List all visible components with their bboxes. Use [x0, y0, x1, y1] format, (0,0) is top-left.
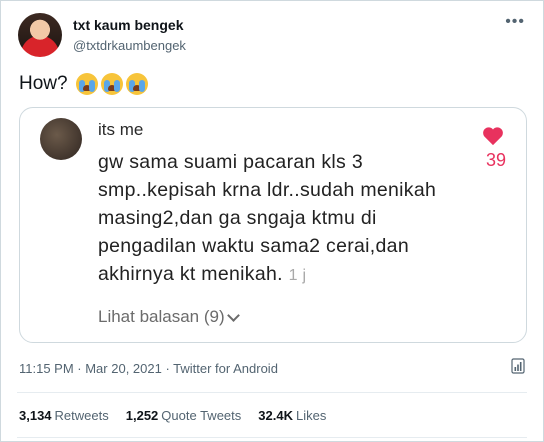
commenter-username: its me — [98, 120, 144, 139]
more-options-icon[interactable]: ••• — [505, 13, 525, 31]
comment-text: gw sama suami pacaran kls 3 smp..kepisah… — [98, 151, 437, 285]
tweet-text-content: How? — [19, 73, 68, 94]
heart-icon — [483, 127, 503, 146]
author-name[interactable]: txt kaum bengek — [73, 17, 183, 33]
quote-tweets-stat[interactable]: 1,252 Quote Tweets — [126, 408, 242, 423]
commenter-avatar — [40, 118, 82, 160]
view-replies-label: Lihat balasan (9) — [98, 307, 225, 326]
chevron-down-icon — [226, 308, 240, 322]
retweets-stat[interactable]: 3,134 Retweets — [19, 408, 109, 423]
embedded-comment-screenshot[interactable]: its me gw sama suami pacaran kls 3 smp..… — [19, 107, 527, 343]
tweet-timestamp[interactable]: 11:15 PM · Mar 20, 2021 · Twitter for An… — [19, 361, 278, 376]
likes-stat[interactable]: 32.4K Likes — [258, 408, 326, 423]
comment-like-count: 39 — [485, 150, 506, 170]
tweet-text: How? — [19, 73, 148, 95]
view-replies-link: Lihat balasan (9) — [98, 307, 240, 327]
loudly-crying-face-icon — [100, 73, 123, 95]
analytics-icon[interactable] — [511, 358, 525, 374]
tweet-container: txt kaum bengek @txtdrkaumbengek ••• How… — [0, 0, 544, 442]
comment-body: gw sama suami pacaran kls 3 smp..kepisah… — [98, 148, 438, 290]
divider — [17, 437, 527, 438]
loudly-crying-face-icon — [125, 73, 148, 95]
divider — [17, 392, 527, 393]
engagement-stats: 3,134 Retweets 1,252 Quote Tweets 32.4K Lik… — [19, 408, 326, 423]
author-avatar[interactable] — [18, 13, 62, 57]
loudly-crying-face-icon — [75, 73, 98, 95]
author-handle[interactable]: @txtdrkaumbengek — [73, 38, 186, 53]
comment-time: 1 j — [288, 267, 307, 284]
